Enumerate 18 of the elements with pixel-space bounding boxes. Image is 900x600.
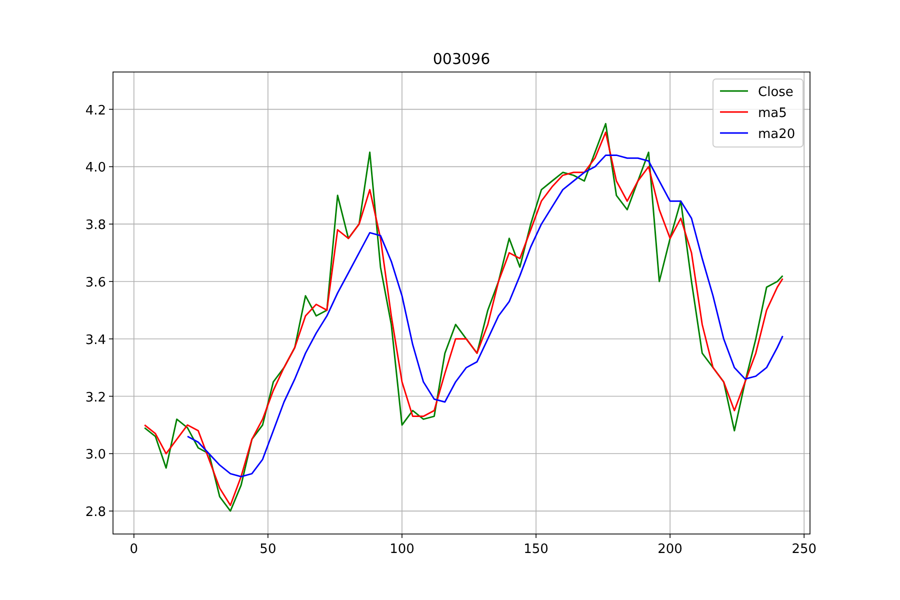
x-tick-label: 150 [524,542,548,557]
legend-label: Close [758,85,794,100]
legend-label: ma5 [758,106,787,121]
x-tick-label: 0 [130,542,138,557]
y-tick-label: 4.2 [85,103,106,118]
x-tick-label: 250 [792,542,817,557]
x-tick-label: 50 [260,542,276,557]
x-tick-label: 100 [390,542,414,557]
chart-title: 003096 [432,50,490,68]
y-tick-label: 4.0 [85,160,106,176]
y-tick-label: 3.2 [85,390,106,406]
y-tick-label: 3.4 [85,332,106,348]
y-tick-label: 3.8 [85,218,106,234]
y-tick-label: 3.6 [85,275,106,290]
y-tick-label: 2.8 [85,505,106,520]
y-tick-label: 3.0 [85,448,106,463]
x-tick-label: 200 [658,542,682,557]
legend-label: ma20 [758,127,796,142]
